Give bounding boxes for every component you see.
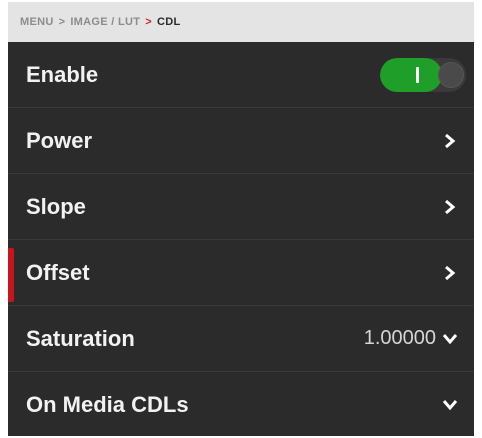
menu-item-label: On Media CDLs	[26, 392, 189, 417]
menu-item-label: Power	[26, 127, 93, 153]
breadcrumb-item-image-lut[interactable]: IMAGE / LUT	[70, 16, 140, 28]
menu-item-label: Slope	[26, 193, 86, 219]
menu-item-saturation[interactable]: Saturation 1.00000	[8, 306, 474, 372]
menu-item-on-media-cdls[interactable]: On Media CDLs	[8, 372, 474, 436]
menu-item-label: Saturation	[26, 325, 135, 351]
toggle-on-indicator-icon	[416, 66, 419, 83]
chevron-right-icon	[442, 265, 458, 281]
breadcrumb-separator: >	[145, 16, 152, 28]
toggle-on-track	[380, 57, 442, 92]
cdl-menu-panel: MENU > IMAGE / LUT > CDL Enable Power Sl…	[8, 2, 474, 436]
chevron-right-icon	[442, 133, 458, 149]
chevron-down-icon[interactable]	[442, 331, 458, 347]
menu-item-power[interactable]: Power	[8, 108, 474, 174]
selection-indicator	[8, 248, 14, 302]
chevron-down-icon[interactable]	[442, 397, 458, 413]
breadcrumb-separator: >	[58, 16, 66, 28]
menu-item-enable[interactable]: Enable	[8, 42, 474, 108]
menu-item-offset[interactable]: Offset	[8, 240, 474, 306]
saturation-value: 1.00000	[363, 327, 436, 349]
breadcrumb: MENU > IMAGE / LUT > CDL	[8, 2, 474, 42]
chevron-right-icon	[442, 199, 458, 215]
menu-item-label: Offset	[26, 259, 90, 285]
menu-item-label: Enable	[26, 61, 99, 87]
breadcrumb-item-cdl: CDL	[156, 16, 181, 28]
enable-toggle[interactable]	[380, 57, 466, 92]
breadcrumb-item-menu[interactable]: MENU	[20, 16, 54, 28]
toggle-knob	[438, 61, 464, 88]
menu-item-slope[interactable]: Slope	[8, 174, 474, 240]
